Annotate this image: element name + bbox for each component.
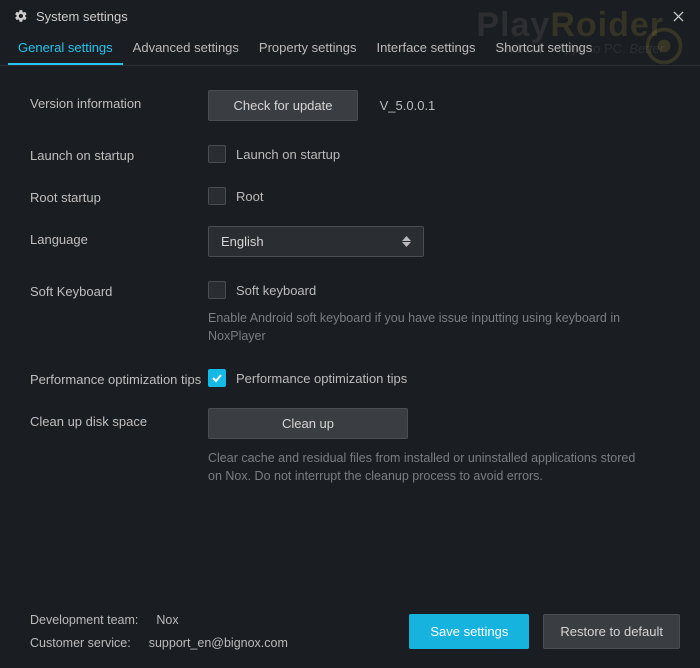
label-cleanup: Clean up disk space bbox=[30, 408, 208, 429]
label-language: Language bbox=[30, 226, 208, 247]
perf-checkbox[interactable] bbox=[208, 369, 226, 387]
row-cleanup: Clean up disk space Clean up Clear cache… bbox=[30, 408, 676, 485]
chevron-updown-icon bbox=[402, 236, 411, 247]
close-icon bbox=[673, 11, 684, 22]
row-perf: Performance optimization tips Performanc… bbox=[30, 366, 676, 387]
check-update-button[interactable]: Check for update bbox=[208, 90, 358, 121]
tab-property-settings[interactable]: Property settings bbox=[249, 32, 367, 65]
softkb-helper: Enable Android soft keyboard if you have… bbox=[208, 309, 648, 345]
language-value: English bbox=[221, 234, 264, 249]
footer: Development team: Nox Customer service: … bbox=[0, 597, 700, 668]
launch-checkbox[interactable] bbox=[208, 145, 226, 163]
perf-checkbox-label: Performance optimization tips bbox=[236, 371, 407, 386]
tab-label: Shortcut settings bbox=[495, 40, 592, 55]
tabs: General settings Advanced settings Prope… bbox=[0, 32, 700, 66]
restore-default-button[interactable]: Restore to default bbox=[543, 614, 680, 649]
gear-icon bbox=[14, 9, 28, 23]
root-checkbox-label: Root bbox=[236, 189, 263, 204]
tab-label: Interface settings bbox=[376, 40, 475, 55]
row-root: Root startup Root bbox=[30, 184, 676, 205]
tab-label: Property settings bbox=[259, 40, 357, 55]
row-language: Language English bbox=[30, 226, 676, 257]
label-softkb: Soft Keyboard bbox=[30, 278, 208, 299]
tab-interface-settings[interactable]: Interface settings bbox=[366, 32, 485, 65]
label-version: Version information bbox=[30, 90, 208, 111]
window-title: System settings bbox=[36, 9, 128, 24]
launch-checkbox-label: Launch on startup bbox=[236, 147, 340, 162]
cleanup-helper: Clear cache and residual files from inst… bbox=[208, 449, 648, 485]
root-checkbox[interactable] bbox=[208, 187, 226, 205]
row-softkb: Soft Keyboard Soft keyboard Enable Andro… bbox=[30, 278, 676, 345]
label-launch: Launch on startup bbox=[30, 142, 208, 163]
label-perf: Performance optimization tips bbox=[30, 366, 208, 387]
language-select[interactable]: English bbox=[208, 226, 424, 257]
tab-general-settings[interactable]: General settings bbox=[8, 32, 123, 65]
tab-advanced-settings[interactable]: Advanced settings bbox=[123, 32, 249, 65]
dev-team-label: Development team: bbox=[30, 609, 138, 632]
tab-shortcut-settings[interactable]: Shortcut settings bbox=[485, 32, 602, 65]
footer-info: Development team: Nox Customer service: … bbox=[30, 609, 395, 654]
dev-team-value: Nox bbox=[156, 609, 178, 632]
row-launch: Launch on startup Launch on startup bbox=[30, 142, 676, 163]
label-root: Root startup bbox=[30, 184, 208, 205]
tab-label: Advanced settings bbox=[133, 40, 239, 55]
customer-service-value: support_en@bignox.com bbox=[149, 632, 288, 655]
cleanup-button[interactable]: Clean up bbox=[208, 408, 408, 439]
check-icon bbox=[211, 372, 223, 384]
close-button[interactable] bbox=[666, 4, 690, 28]
save-settings-button[interactable]: Save settings bbox=[409, 614, 529, 649]
tab-label: General settings bbox=[18, 40, 113, 55]
customer-service-label: Customer service: bbox=[30, 632, 131, 655]
version-value: V_5.0.0.1 bbox=[380, 98, 436, 113]
row-version: Version information Check for update V_5… bbox=[30, 90, 676, 121]
titlebar: System settings bbox=[0, 0, 700, 32]
softkb-checkbox-label: Soft keyboard bbox=[236, 283, 316, 298]
content: Version information Check for update V_5… bbox=[0, 66, 700, 486]
softkb-checkbox[interactable] bbox=[208, 281, 226, 299]
